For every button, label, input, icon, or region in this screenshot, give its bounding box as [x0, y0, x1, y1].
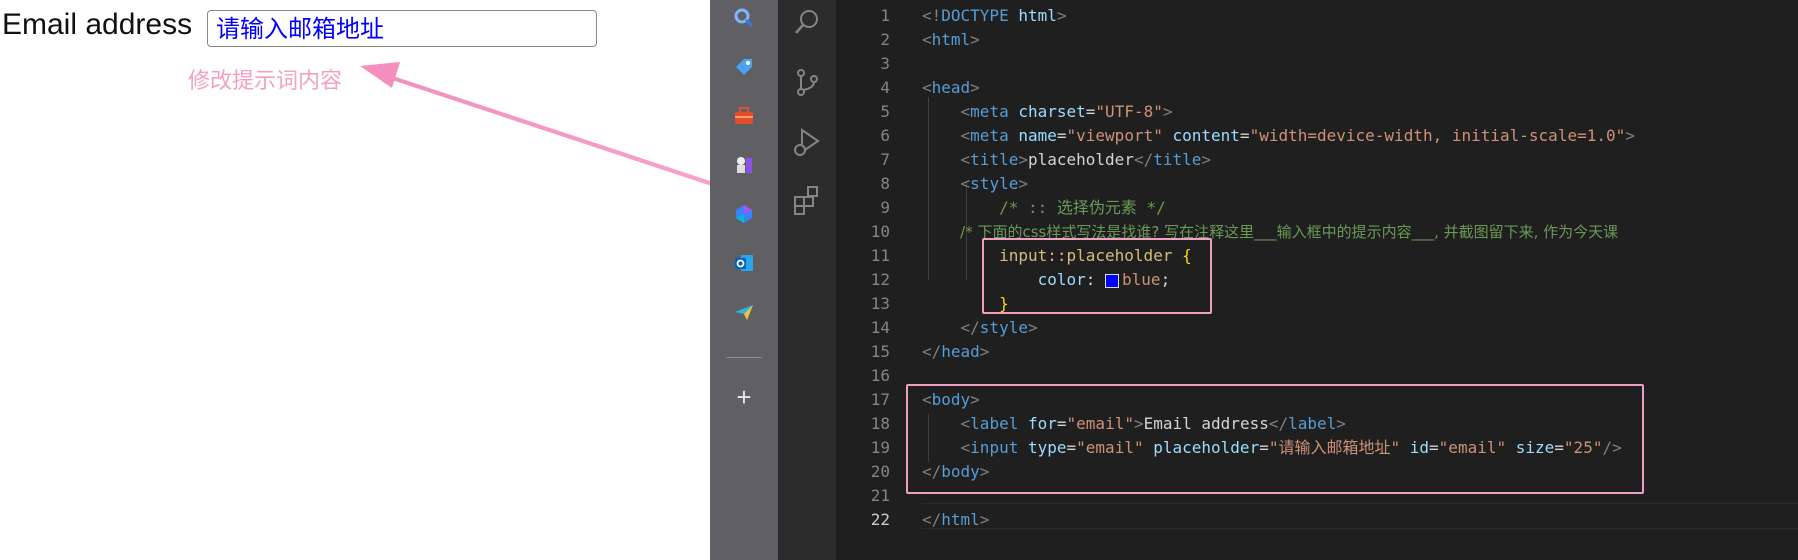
- code-line: 5 <meta charset="UTF-8">: [880, 102, 1173, 121]
- email-label: Email address: [2, 8, 193, 41]
- search-icon[interactable]: [728, 2, 760, 34]
- outlook-icon[interactable]: [728, 247, 760, 279]
- sidebar-divider: [726, 357, 762, 358]
- code-line: 7 <title>placeholder</title>: [880, 150, 1212, 169]
- code-line: 3: [880, 54, 890, 73]
- run-debug-icon[interactable]: [791, 126, 823, 158]
- code-line: 12 color: blue;: [870, 270, 1171, 289]
- activity-bar: [778, 0, 836, 560]
- code-line: 13 }: [870, 294, 1009, 313]
- code-line: 1 <!DOCTYPE html>: [880, 6, 1067, 25]
- annotation-text: 修改提示词内容: [188, 69, 343, 94]
- email-input[interactable]: [207, 10, 597, 47]
- extensions-icon[interactable]: [791, 184, 823, 216]
- code-editor[interactable]: 1 <!DOCTYPE html> 2 <html> 3 4 <head> 5 <me…: [836, 0, 1798, 560]
- explorer-search-icon[interactable]: [791, 6, 823, 38]
- highlight-box-css: [982, 238, 1212, 314]
- source-control-icon[interactable]: [791, 66, 823, 98]
- code-line: 14 </style>: [870, 318, 1038, 337]
- code-line: 9 /* :: 选择伪元素 */: [880, 198, 1166, 217]
- code-line: 2 <html>: [880, 30, 980, 49]
- code-line: 11 input::placeholder {: [870, 246, 1192, 265]
- browser-preview: Email address 修改提示词内容: [0, 0, 710, 560]
- copilot-icon[interactable]: [728, 198, 760, 230]
- chess-icon[interactable]: [728, 149, 760, 181]
- code-line: 15 </head>: [870, 342, 990, 361]
- send-icon[interactable]: [728, 296, 760, 328]
- code-line: 22 </html>: [870, 510, 990, 529]
- code-line: 10 /* 下面的css样式写法是找谁? 写在注释这里___输入框中的提示内容_…: [870, 222, 1619, 241]
- tag-icon[interactable]: [728, 51, 760, 83]
- add-icon[interactable]: +: [728, 381, 760, 413]
- code-line: 8 <style>: [880, 174, 1028, 193]
- highlight-box-body: [906, 384, 1644, 494]
- toolbox-icon[interactable]: [728, 100, 760, 132]
- code-line: 4 <head>: [880, 78, 980, 97]
- code-line: 6 <meta name="viewport" content="width=d…: [880, 126, 1635, 145]
- app-sidebar: +: [710, 0, 778, 560]
